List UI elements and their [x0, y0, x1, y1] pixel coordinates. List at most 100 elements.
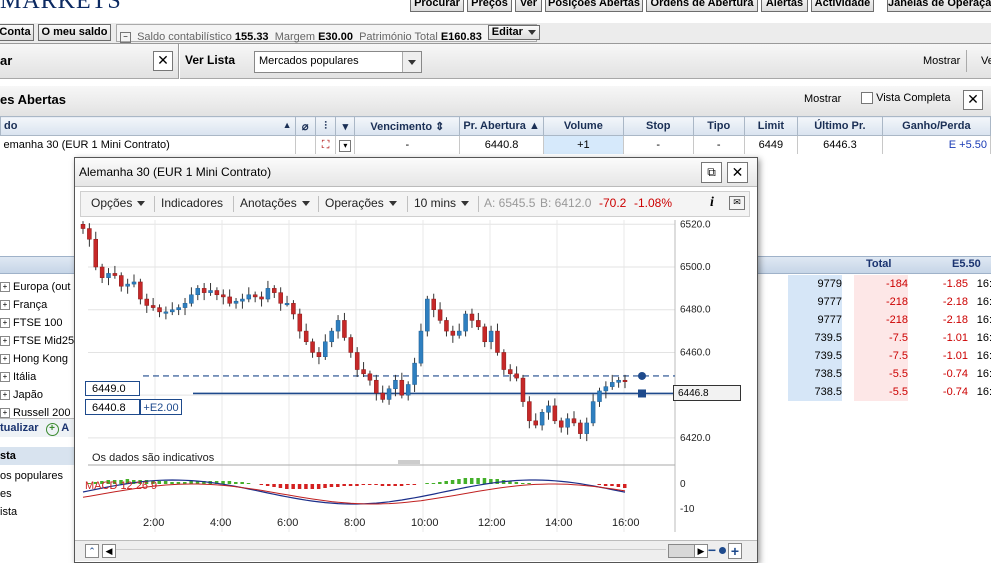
email-icon[interactable]: ✉ [729, 196, 745, 210]
macd-bar [399, 484, 404, 486]
expand-icon: + [0, 408, 10, 418]
macd-bar [310, 484, 315, 489]
list-item[interactable]: os populares [0, 470, 63, 482]
limit-order-tag[interactable]: 6449.0 [85, 381, 140, 396]
table-row[interactable]: 9777 -218 -2.18 16: [762, 311, 991, 329]
nav-ver[interactable]: Ver [515, 0, 542, 12]
close-icon[interactable]: ✕ [963, 90, 983, 110]
scroll-left-icon[interactable]: ◀ [102, 544, 116, 558]
table-row[interactable]: 738.5 -5.5 -0.74 16: [762, 365, 991, 383]
patrimonio-value: E160.83 [440, 31, 482, 43]
table-row[interactable]: 738.5 -5.5 -0.74 16: [762, 383, 991, 401]
row-menu-icon[interactable]: ▾ [335, 135, 356, 154]
zoom-in-icon[interactable]: + [728, 543, 742, 559]
open-position-tag[interactable]: 6440.8 [85, 399, 140, 415]
col-tag-icon[interactable]: ⌀ [294, 116, 316, 136]
meu-saldo-button[interactable]: O meu saldo [38, 24, 111, 41]
info-icon[interactable]: i [704, 195, 720, 211]
watchlist-mostrar[interactable]: Mostrar [923, 55, 960, 67]
chart-icon[interactable]: ⛶ [315, 135, 337, 154]
cell-v2: -218 [854, 293, 908, 311]
col-menu-icon[interactable]: ▾ [335, 116, 356, 136]
chart-svg[interactable]: 6520.06500.06480.06460.06420.06440.02:00… [80, 220, 752, 538]
market-item[interactable]: + Russell 200 [0, 404, 70, 418]
nav-actividade[interactable]: Actividade [811, 0, 874, 12]
table-row[interactable]: 739.5 -7.5 -1.01 16: [762, 347, 991, 365]
menu-indicadores[interactable]: Indicadores [161, 196, 223, 210]
col-tipo[interactable]: Tipo [692, 116, 745, 136]
nav-ordens-abertura[interactable]: Ordens de Abertura [646, 0, 758, 12]
col-vencimento[interactable]: Vencimento ⇕ [354, 116, 461, 136]
col-ultimo[interactable]: Último Pr. [797, 116, 883, 136]
vista-completa-toggle[interactable]: Vista Completa [861, 92, 950, 105]
market-item[interactable]: + Japão [0, 386, 43, 404]
list-item[interactable]: es [0, 488, 12, 500]
market-item[interactable]: + Hong Kong [0, 350, 68, 368]
candle [119, 275, 124, 287]
cell-v3: -0.74 [942, 368, 968, 380]
x-tick-label: 16:00 [612, 517, 640, 529]
close-icon[interactable]: ✕ [153, 51, 173, 71]
col-abertura[interactable]: Pr. Abertura ▲ [459, 116, 544, 136]
nav-precos[interactable]: Preços [467, 0, 512, 12]
add-icon[interactable]: + [45, 423, 59, 436]
macd-bar [438, 482, 442, 484]
interval-select[interactable]: 10 mins [414, 196, 470, 210]
atualizar-button[interactable]: tualizar [0, 422, 39, 434]
x-tick-label: 10:00 [411, 517, 439, 529]
candle [456, 330, 462, 336]
candle [87, 228, 92, 240]
nav-procurar[interactable]: Procurar [410, 0, 464, 12]
candle [361, 369, 366, 375]
list-item[interactable]: ista [0, 506, 17, 518]
menu-operacoes[interactable]: Operações [325, 196, 397, 210]
conta-button[interactable]: Conta [0, 24, 34, 41]
popout-icon[interactable]: ⧉ [701, 162, 722, 183]
market-item[interactable]: + Europa (out [0, 278, 70, 296]
chart-titlebar[interactable]: Alemanha 30 (EUR 1 Mini Contrato) ⧉ ✕ [75, 158, 757, 187]
collapse-icon[interactable]: − [120, 31, 131, 43]
candle [157, 307, 162, 313]
table-row[interactable]: 739.5 -7.5 -1.01 16: [762, 329, 991, 347]
scroll-track[interactable] [116, 549, 666, 550]
position-stop[interactable]: - [623, 135, 694, 154]
account-summary: − Saldo contabilístico 155.33 Margem E30… [116, 24, 540, 43]
candle [131, 281, 137, 285]
zoom-reset-icon[interactable] [719, 547, 726, 554]
zoom-out-icon[interactable]: − [706, 543, 718, 557]
editar-button[interactable]: Editar [487, 25, 540, 40]
candle [482, 326, 487, 343]
checkbox-icon[interactable] [861, 92, 873, 105]
nav-alertas[interactable]: Alertas [761, 0, 808, 12]
col-volume[interactable]: Volume [542, 116, 624, 136]
market-item[interactable]: + FTSE 100 [0, 314, 63, 332]
pnl-tag: +E2.00 [140, 399, 182, 415]
candle [476, 320, 481, 328]
positions-mostrar[interactable]: Mostrar [804, 93, 841, 105]
scroll-thumb[interactable] [668, 544, 696, 558]
nav-posicoes-abertas[interactable]: Posições Abertas [545, 0, 643, 12]
expand-up-icon[interactable]: ⌃ [85, 544, 99, 558]
position-limit[interactable]: 6449 [744, 135, 799, 154]
candle [329, 330, 334, 343]
market-item[interactable]: + FTSE Mid25 [0, 332, 74, 350]
col-limit[interactable]: Limit [743, 116, 799, 136]
menu-anotacoes[interactable]: Anotações [240, 196, 310, 210]
table-row[interactable]: 9777 -218 -2.18 16: [762, 293, 991, 311]
col-mercado[interactable]: do ▲ [0, 116, 296, 136]
col-stop[interactable]: Stop [622, 116, 694, 136]
nav-janelas-operacao[interactable]: Janelas de Operação [887, 0, 991, 12]
position-market[interactable]: emanha 30 (EUR 1 Mini Contrato) [0, 135, 296, 154]
col-chart-icon[interactable]: ⫶ [314, 116, 337, 136]
candle [507, 369, 513, 375]
macd-bar [272, 484, 276, 487]
cell-v3: -1.01 [942, 332, 968, 344]
table-row[interactable]: 9779 -184 -1.85 16: [762, 275, 991, 293]
watchlist-select[interactable]: Mercados populares [254, 51, 422, 73]
market-item[interactable]: + França [0, 296, 47, 314]
market-item[interactable]: + Itália [0, 368, 36, 386]
menu-opcoes[interactable]: Opções [91, 196, 146, 210]
col-ganho[interactable]: Ganho/Perda [881, 116, 991, 136]
table-row[interactable]: emanha 30 (EUR 1 Mini Contrato) ⛶ ▾ - 64… [0, 135, 991, 154]
close-icon[interactable]: ✕ [727, 162, 748, 183]
